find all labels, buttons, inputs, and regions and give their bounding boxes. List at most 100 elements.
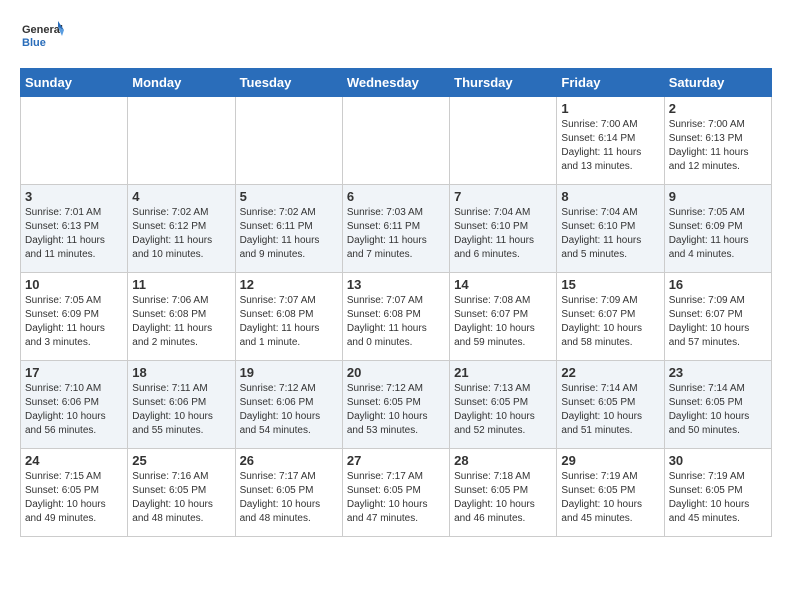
day-number: 7: [454, 189, 552, 204]
col-header-tuesday: Tuesday: [235, 69, 342, 97]
day-number: 11: [132, 277, 230, 292]
calendar-cell: 28 Sunrise: 7:18 AM Sunset: 6:05 PM Dayli…: [450, 449, 557, 537]
calendar-cell: 19 Sunrise: 7:12 AM Sunset: 6:06 PM Dayli…: [235, 361, 342, 449]
logo-svg: General Blue: [20, 16, 64, 60]
day-info: Sunrise: 7:09 AM Sunset: 6:07 PM Dayligh…: [561, 294, 659, 350]
calendar-cell: [21, 97, 128, 185]
day-info: Sunrise: 7:01 AM Sunset: 6:13 PM Dayligh…: [25, 206, 123, 262]
day-info: Sunrise: 7:08 AM Sunset: 6:07 PM Dayligh…: [454, 294, 552, 350]
calendar-week-row: 17 Sunrise: 7:10 AM Sunset: 6:06 PM Dayli…: [21, 361, 772, 449]
day-number: 5: [240, 189, 338, 204]
day-number: 30: [669, 453, 767, 468]
col-header-monday: Monday: [128, 69, 235, 97]
calendar-cell: 20 Sunrise: 7:12 AM Sunset: 6:05 PM Dayli…: [342, 361, 449, 449]
calendar-cell: [450, 97, 557, 185]
page-header: General Blue: [20, 16, 772, 60]
calendar-cell: 6Sunrise: 7:03 AM Sunset: 6:11 PM Daylig…: [342, 185, 449, 273]
calendar-cell: 23 Sunrise: 7:14 AM Sunset: 6:05 PM Dayli…: [664, 361, 771, 449]
col-header-saturday: Saturday: [664, 69, 771, 97]
calendar-table: SundayMondayTuesdayWednesdayThursdayFrid…: [20, 68, 772, 537]
day-info: Sunrise: 7:00 AM Sunset: 6:13 PM Dayligh…: [669, 118, 767, 174]
calendar-cell: 11 Sunrise: 7:06 AM Sunset: 6:08 PM Dayli…: [128, 273, 235, 361]
calendar-cell: [235, 97, 342, 185]
calendar-cell: 8 Sunrise: 7:04 AM Sunset: 6:10 PM Daylig…: [557, 185, 664, 273]
day-number: 23: [669, 365, 767, 380]
calendar-cell: 27 Sunrise: 7:17 AM Sunset: 6:05 PM Dayli…: [342, 449, 449, 537]
col-header-wednesday: Wednesday: [342, 69, 449, 97]
day-info: Sunrise: 7:04 AM Sunset: 6:10 PM Dayligh…: [561, 206, 659, 262]
day-number: 18: [132, 365, 230, 380]
calendar-cell: 25Sunrise: 7:16 AM Sunset: 6:05 PM Dayli…: [128, 449, 235, 537]
day-info: Sunrise: 7:14 AM Sunset: 6:05 PM Dayligh…: [669, 382, 767, 438]
day-number: 25: [132, 453, 230, 468]
calendar-week-row: 10Sunrise: 7:05 AM Sunset: 6:09 PM Dayli…: [21, 273, 772, 361]
calendar-cell: 13 Sunrise: 7:07 AM Sunset: 6:08 PM Dayli…: [342, 273, 449, 361]
calendar-cell: 4 Sunrise: 7:02 AM Sunset: 6:12 PM Daylig…: [128, 185, 235, 273]
calendar-cell: 18 Sunrise: 7:11 AM Sunset: 6:06 PM Dayli…: [128, 361, 235, 449]
day-info: Sunrise: 7:02 AM Sunset: 6:12 PM Dayligh…: [132, 206, 230, 262]
logo: General Blue: [20, 16, 64, 60]
calendar-cell: 26Sunrise: 7:17 AM Sunset: 6:05 PM Dayli…: [235, 449, 342, 537]
day-number: 19: [240, 365, 338, 380]
col-header-sunday: Sunday: [21, 69, 128, 97]
day-number: 8: [561, 189, 659, 204]
day-number: 3: [25, 189, 123, 204]
day-info: Sunrise: 7:10 AM Sunset: 6:06 PM Dayligh…: [25, 382, 123, 438]
day-info: Sunrise: 7:14 AM Sunset: 6:05 PM Dayligh…: [561, 382, 659, 438]
day-number: 9: [669, 189, 767, 204]
day-number: 20: [347, 365, 445, 380]
calendar-cell: 21Sunrise: 7:13 AM Sunset: 6:05 PM Dayli…: [450, 361, 557, 449]
day-info: Sunrise: 7:15 AM Sunset: 6:05 PM Dayligh…: [25, 470, 123, 526]
day-info: Sunrise: 7:05 AM Sunset: 6:09 PM Dayligh…: [25, 294, 123, 350]
calendar-cell: 7 Sunrise: 7:04 AM Sunset: 6:10 PM Daylig…: [450, 185, 557, 273]
calendar-cell: 22 Sunrise: 7:14 AM Sunset: 6:05 PM Dayli…: [557, 361, 664, 449]
svg-text:Blue: Blue: [22, 37, 46, 49]
day-info: Sunrise: 7:06 AM Sunset: 6:08 PM Dayligh…: [132, 294, 230, 350]
day-info: Sunrise: 7:00 AM Sunset: 6:14 PM Dayligh…: [561, 118, 659, 174]
day-info: Sunrise: 7:03 AM Sunset: 6:11 PM Dayligh…: [347, 206, 445, 262]
day-number: 17: [25, 365, 123, 380]
calendar-cell: 30Sunrise: 7:19 AM Sunset: 6:05 PM Dayli…: [664, 449, 771, 537]
calendar-cell: [128, 97, 235, 185]
calendar-cell: 17 Sunrise: 7:10 AM Sunset: 6:06 PM Dayli…: [21, 361, 128, 449]
day-info: Sunrise: 7:07 AM Sunset: 6:08 PM Dayligh…: [347, 294, 445, 350]
calendar-cell: 29 Sunrise: 7:19 AM Sunset: 6:05 PM Dayli…: [557, 449, 664, 537]
day-number: 2: [669, 101, 767, 116]
day-info: Sunrise: 7:09 AM Sunset: 6:07 PM Dayligh…: [669, 294, 767, 350]
calendar-week-row: 1 Sunrise: 7:00 AM Sunset: 6:14 PM Daylig…: [21, 97, 772, 185]
day-number: 14: [454, 277, 552, 292]
day-info: Sunrise: 7:17 AM Sunset: 6:05 PM Dayligh…: [347, 470, 445, 526]
calendar-week-row: 24 Sunrise: 7:15 AM Sunset: 6:05 PM Dayli…: [21, 449, 772, 537]
day-info: Sunrise: 7:18 AM Sunset: 6:05 PM Dayligh…: [454, 470, 552, 526]
day-number: 22: [561, 365, 659, 380]
day-info: Sunrise: 7:12 AM Sunset: 6:05 PM Dayligh…: [347, 382, 445, 438]
svg-text:General: General: [22, 24, 63, 36]
day-info: Sunrise: 7:07 AM Sunset: 6:08 PM Dayligh…: [240, 294, 338, 350]
col-header-friday: Friday: [557, 69, 664, 97]
day-number: 4: [132, 189, 230, 204]
day-info: Sunrise: 7:04 AM Sunset: 6:10 PM Dayligh…: [454, 206, 552, 262]
day-number: 28: [454, 453, 552, 468]
calendar-week-row: 3 Sunrise: 7:01 AM Sunset: 6:13 PM Daylig…: [21, 185, 772, 273]
day-info: Sunrise: 7:19 AM Sunset: 6:05 PM Dayligh…: [561, 470, 659, 526]
calendar-cell: 3 Sunrise: 7:01 AM Sunset: 6:13 PM Daylig…: [21, 185, 128, 273]
day-info: Sunrise: 7:11 AM Sunset: 6:06 PM Dayligh…: [132, 382, 230, 438]
calendar-header-row: SundayMondayTuesdayWednesdayThursdayFrid…: [21, 69, 772, 97]
day-number: 15: [561, 277, 659, 292]
day-number: 27: [347, 453, 445, 468]
day-info: Sunrise: 7:17 AM Sunset: 6:05 PM Dayligh…: [240, 470, 338, 526]
col-header-thursday: Thursday: [450, 69, 557, 97]
day-number: 1: [561, 101, 659, 116]
day-number: 24: [25, 453, 123, 468]
calendar-cell: 1 Sunrise: 7:00 AM Sunset: 6:14 PM Daylig…: [557, 97, 664, 185]
calendar-cell: 24 Sunrise: 7:15 AM Sunset: 6:05 PM Dayli…: [21, 449, 128, 537]
day-info: Sunrise: 7:12 AM Sunset: 6:06 PM Dayligh…: [240, 382, 338, 438]
calendar-cell: 14 Sunrise: 7:08 AM Sunset: 6:07 PM Dayli…: [450, 273, 557, 361]
day-info: Sunrise: 7:05 AM Sunset: 6:09 PM Dayligh…: [669, 206, 767, 262]
calendar-cell: 2 Sunrise: 7:00 AM Sunset: 6:13 PM Daylig…: [664, 97, 771, 185]
day-number: 13: [347, 277, 445, 292]
day-number: 29: [561, 453, 659, 468]
calendar-cell: 5Sunrise: 7:02 AM Sunset: 6:11 PM Daylig…: [235, 185, 342, 273]
calendar-cell: 10Sunrise: 7:05 AM Sunset: 6:09 PM Dayli…: [21, 273, 128, 361]
calendar-cell: 9 Sunrise: 7:05 AM Sunset: 6:09 PM Daylig…: [664, 185, 771, 273]
